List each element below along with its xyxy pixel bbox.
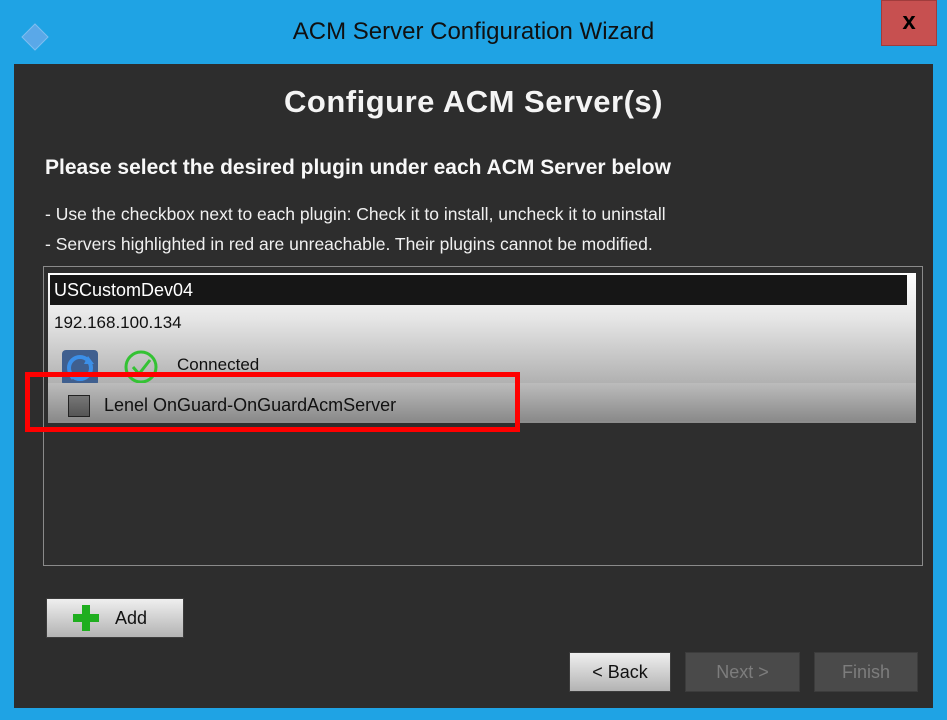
- instruction-note: - Use the checkbox next to each plugin: …: [45, 204, 666, 224]
- wizard-window: ACM Server Configuration Wizard x Config…: [0, 0, 947, 720]
- add-button[interactable]: Add: [46, 598, 184, 638]
- wizard-content: Configure ACM Server(s) Please select th…: [14, 64, 933, 708]
- highlight-box: [25, 372, 520, 432]
- server-name: USCustomDev04: [50, 275, 907, 305]
- instruction-note: - Servers highlighted in red are unreach…: [45, 234, 653, 254]
- server-ip: 192.168.100.134: [54, 313, 182, 332]
- page-title: Configure ACM Server(s): [284, 84, 663, 119]
- finish-button[interactable]: Finish: [814, 652, 918, 692]
- instructions-heading: Please select the desired plugin under e…: [45, 156, 671, 179]
- close-button[interactable]: x: [881, 0, 937, 46]
- window-title: ACM Server Configuration Wizard: [292, 18, 655, 45]
- next-button[interactable]: Next >: [685, 652, 800, 692]
- plus-icon: [73, 605, 99, 631]
- back-button[interactable]: < Back: [569, 652, 671, 692]
- add-button-label: Add: [115, 608, 148, 628]
